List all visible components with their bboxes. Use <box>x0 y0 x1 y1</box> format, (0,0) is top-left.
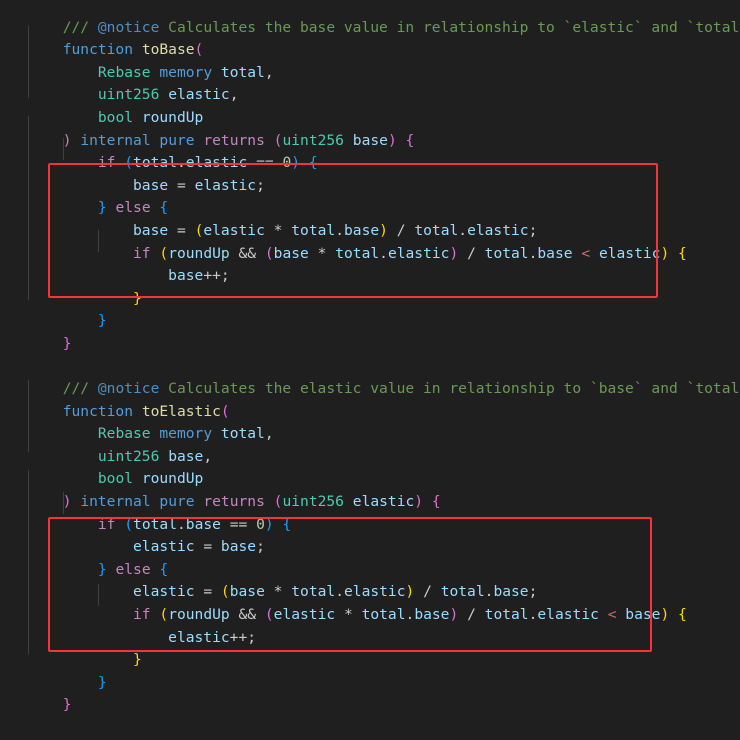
code-line-1: /// @notice Calculates the base value in… <box>0 0 740 17</box>
code-line-17: /// @notice Calculates the elastic value… <box>0 356 740 379</box>
code-line-31: } <box>0 672 740 695</box>
code-line-14: } <box>0 288 740 311</box>
brace-close: } <box>63 696 72 713</box>
code-line-12: base++; <box>0 243 740 266</box>
code-line-6: ) internal pure returns (uint256 base) { <box>0 107 740 130</box>
code-line-7: if (total.elastic == 0) { <box>0 130 740 153</box>
indent-guide <box>28 380 29 452</box>
indent-guide <box>98 230 99 252</box>
indent-guide <box>63 138 64 160</box>
code-line-22: ) internal pure returns (uint256 elastic… <box>0 468 740 491</box>
code-line-28: elastic++; <box>0 604 740 627</box>
code-editor-viewport[interactable]: /// @notice Calculates the base value in… <box>0 0 740 677</box>
code-line-8: base = elastic; <box>0 152 740 175</box>
code-line-18: function toElastic( <box>0 378 740 401</box>
code-line-30: } <box>0 649 740 672</box>
code-line-25: } else { <box>0 536 740 559</box>
code-line-5: bool roundUp <box>0 84 740 107</box>
code-line-10: base = (elastic * total.base) / total.el… <box>0 197 740 220</box>
code-line-24: elastic = base; <box>0 514 740 537</box>
indent-guide <box>28 116 29 300</box>
code-line-9: } else { <box>0 175 740 198</box>
code-line-3: Rebase memory total, <box>0 39 740 62</box>
code-line-19: Rebase memory total, <box>0 401 740 424</box>
code-line-15: } <box>0 310 740 333</box>
indent-guide <box>63 492 64 514</box>
indent-guide <box>98 584 99 606</box>
code-lines-container: /// @notice Calculates the base value in… <box>0 0 740 694</box>
code-line-13: } <box>0 265 740 288</box>
code-line-2: function toBase( <box>0 17 740 40</box>
code-line-16 <box>0 333 740 356</box>
code-line-11: if (roundUp && (base * total.elastic) / … <box>0 220 740 243</box>
code-line-27: if (roundUp && (elastic * total.base) / … <box>0 581 740 604</box>
indent-guide <box>28 470 29 654</box>
code-line-4: uint256 elastic, <box>0 62 740 85</box>
indent-guide <box>28 26 29 98</box>
code-line-29: } <box>0 627 740 650</box>
code-line-20: uint256 base, <box>0 423 740 446</box>
code-line-26: elastic = (base * total.elastic) / total… <box>0 559 740 582</box>
code-line-23: if (total.base == 0) { <box>0 491 740 514</box>
code-line-21: bool roundUp <box>0 446 740 469</box>
